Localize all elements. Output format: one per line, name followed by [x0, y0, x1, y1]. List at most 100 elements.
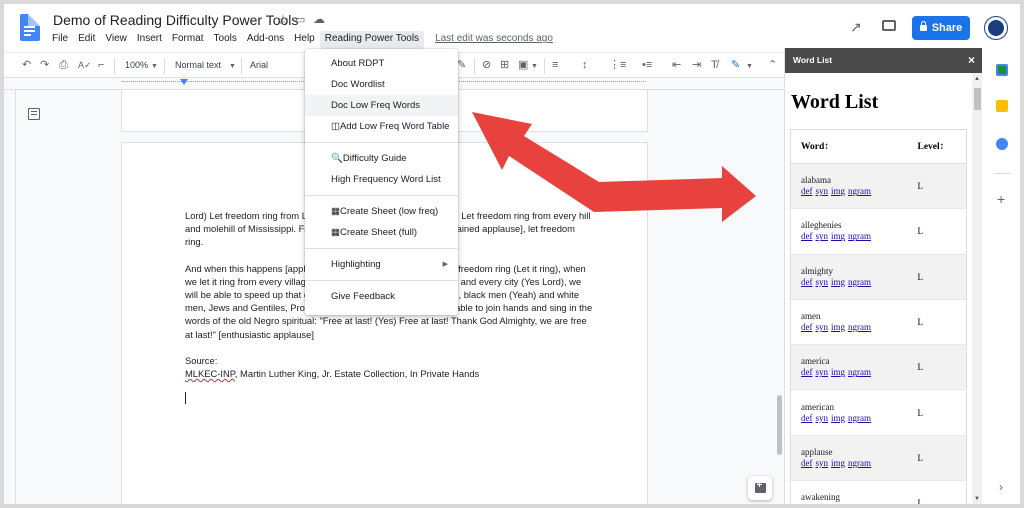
keep-icon[interactable] [996, 100, 1008, 112]
align-icon[interactable]: ≡ [552, 59, 558, 71]
word-link-def[interactable]: def [801, 413, 813, 423]
source-line[interactable]: MLKEC-INP, Martin Luther King, Jr. Estat… [185, 367, 595, 380]
line-spacing-icon[interactable]: ↕ [582, 59, 588, 71]
menu-reading-power-tools[interactable]: Reading Power Tools [319, 31, 425, 49]
docs-logo-icon[interactable] [20, 14, 40, 41]
word-link-img[interactable]: img [831, 231, 845, 241]
word-link-img[interactable]: img [831, 413, 845, 423]
menu-tools[interactable]: Tools [209, 31, 242, 49]
panel-scrollbar-thumb[interactable] [974, 88, 981, 110]
menu-item-create-sheet-low-freq[interactable]: ▦Create Sheet (low freq) [305, 201, 458, 222]
menu-file[interactable]: File [47, 31, 73, 49]
explore-button[interactable] [748, 476, 772, 500]
folder-move-icon[interactable]: ▭ [295, 13, 305, 26]
cloud-icon[interactable]: ☁ [313, 12, 325, 26]
word-link-ngram[interactable]: ngram [848, 186, 871, 196]
editing-mode-icon[interactable]: ✎ [731, 59, 740, 71]
calendar-icon[interactable] [996, 64, 1008, 76]
star-icon[interactable]: ☆ [277, 12, 289, 28]
activity-trend-icon[interactable]: ↗ [850, 19, 862, 36]
word-link-img[interactable]: img [831, 277, 845, 287]
menu-addons[interactable]: Add-ons [242, 31, 289, 49]
word-link-def[interactable]: def [801, 277, 813, 287]
scrollbar-thumb[interactable] [777, 395, 782, 455]
image-icon[interactable]: ▣ [518, 59, 528, 71]
word-link-img[interactable]: img [831, 458, 845, 468]
chevron-right-icon[interactable]: › [999, 480, 1003, 494]
word-link-ngram[interactable]: ngram [848, 367, 871, 377]
word-link-def[interactable]: def [801, 186, 813, 196]
collapse-toolbar-icon[interactable]: ⌃ [768, 59, 777, 71]
word-link-syn[interactable]: syn [816, 503, 829, 504]
menu-help[interactable]: Help [289, 31, 320, 49]
word-link-ngram[interactable]: ngram [848, 413, 871, 423]
menu-item-doc-low-freq-words[interactable]: Doc Low Freq Words [305, 95, 458, 116]
menu-item-highlighting[interactable]: Highlighting ▶ [305, 254, 458, 275]
clear-format-icon[interactable]: T̸ [711, 59, 718, 71]
print-icon[interactable]: ⎙ [59, 59, 68, 71]
word-link-syn[interactable]: syn [816, 413, 829, 423]
word-link-syn[interactable]: syn [816, 277, 829, 287]
word-link-def[interactable]: def [801, 367, 813, 377]
menu-item-about-rdpt[interactable]: About RDPT [305, 53, 458, 74]
close-icon[interactable]: × [968, 48, 975, 73]
redo-icon[interactable]: ↷ [40, 59, 49, 71]
word-link-img[interactable]: img [831, 186, 845, 196]
word-link-syn[interactable]: syn [816, 322, 829, 332]
panel-scrollbar[interactable] [972, 73, 982, 504]
word-link-syn[interactable]: syn [816, 231, 829, 241]
add-on-plus-icon[interactable]: + [997, 191, 1005, 207]
word-link-ngram[interactable]: ngram [848, 458, 871, 468]
source-link[interactable]: MLKEC-INP [185, 368, 235, 379]
word-link-def[interactable]: def [801, 458, 813, 468]
comment-icon[interactable]: ⊞ [500, 59, 509, 71]
menu-edit[interactable]: Edit [73, 31, 100, 49]
menu-insert[interactable]: Insert [132, 31, 167, 49]
decrease-indent-icon[interactable]: ⇤ [672, 59, 681, 71]
tasks-icon[interactable] [996, 138, 1008, 150]
spellcheck-icon[interactable]: A✓ [78, 59, 92, 71]
word-link-ngram[interactable]: ngram [848, 277, 871, 287]
column-header-word[interactable]: Word↕ [790, 129, 906, 164]
indent-marker-icon[interactable] [180, 79, 188, 85]
word-link-img[interactable]: img [831, 367, 845, 377]
scroll-up-icon[interactable]: ▲ [974, 76, 980, 82]
paint-format-icon[interactable]: ⌐ [98, 59, 104, 71]
scroll-down-icon[interactable]: ▼ [974, 496, 980, 502]
word-link-img[interactable]: img [831, 503, 845, 504]
menu-item-doc-wordlist[interactable]: Doc Wordlist [305, 74, 458, 95]
word-link-syn[interactable]: syn [816, 186, 829, 196]
last-edit-link[interactable]: Last edit was seconds ago [430, 31, 558, 49]
menu-item-high-frequency-word-list[interactable]: High Frequency Word List [305, 169, 458, 190]
source-label[interactable]: Source: [185, 354, 595, 367]
word-link-syn[interactable]: syn [816, 458, 829, 468]
column-header-level[interactable]: Level↕ [905, 129, 967, 164]
share-button[interactable]: Share [912, 16, 970, 40]
avatar[interactable] [985, 17, 1007, 39]
word-link-ngram[interactable]: ngram [848, 322, 871, 332]
style-select[interactable]: Normal text [175, 60, 221, 70]
word-link-def[interactable]: def [801, 503, 813, 504]
comment-history-icon[interactable] [882, 20, 896, 31]
menu-format[interactable]: Format [167, 31, 209, 49]
highlight-pen-icon[interactable]: ✎ [457, 59, 466, 71]
zoom-select[interactable]: 100% [125, 60, 148, 70]
font-select[interactable]: Arial [250, 60, 268, 70]
undo-icon[interactable]: ↶ [22, 59, 31, 71]
document-title[interactable]: Demo of Reading Difficulty Power Tools [53, 12, 298, 28]
menu-item-difficulty-guide[interactable]: 🔍Difficulty Guide [305, 148, 458, 169]
word-link-ngram[interactable]: ngram [848, 503, 871, 504]
word-link-ngram[interactable]: ngram [848, 231, 871, 241]
menu-item-give-feedback[interactable]: Give Feedback [305, 286, 458, 307]
document-outline-icon[interactable] [28, 108, 40, 120]
word-link-def[interactable]: def [801, 231, 813, 241]
word-link-img[interactable]: img [831, 322, 845, 332]
menu-view[interactable]: View [100, 31, 132, 49]
menu-item-create-sheet-full[interactable]: ▦Create Sheet (full) [305, 222, 458, 243]
link-icon[interactable]: ⊘ [482, 59, 491, 71]
numbered-list-icon[interactable]: ⋮≡ [609, 59, 626, 71]
increase-indent-icon[interactable]: ⇥ [692, 59, 701, 71]
word-link-syn[interactable]: syn [816, 367, 829, 377]
word-link-def[interactable]: def [801, 322, 813, 332]
menu-item-add-low-freq-word-table[interactable]: ◫Add Low Freq Word Table [305, 116, 458, 137]
